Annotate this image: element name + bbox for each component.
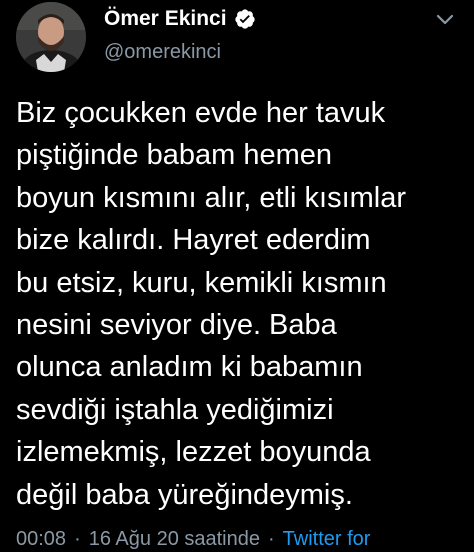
avatar-image [16, 2, 86, 72]
tweet: Ömer Ekinci @omerekinci Biz çocukken evd… [0, 0, 474, 552]
tweet-source-link[interactable]: Twitter for [283, 528, 371, 551]
author-display-name[interactable]: Ömer Ekinci [104, 7, 227, 31]
tweet-text: Biz çocukken evde her tavuk piştiğinde b… [16, 97, 407, 511]
meta-separator: · [74, 528, 81, 550]
chevron-down-icon[interactable] [436, 14, 454, 26]
tweet-meta: 00:08 · 16 Ağu 20 saatinde · Twitter for [16, 528, 370, 551]
meta-separator-2: · [268, 528, 275, 550]
name-row: Ömer Ekinci [104, 6, 434, 32]
author-block: Ömer Ekinci @omerekinci [104, 6, 434, 64]
author-handle[interactable]: @omerekinci [104, 41, 434, 64]
verified-badge-icon [234, 8, 256, 30]
tweet-time[interactable]: 00:08 [16, 528, 66, 551]
avatar[interactable] [16, 2, 86, 72]
tweet-date[interactable]: 16 Ağu 20 saatinde [89, 528, 260, 551]
